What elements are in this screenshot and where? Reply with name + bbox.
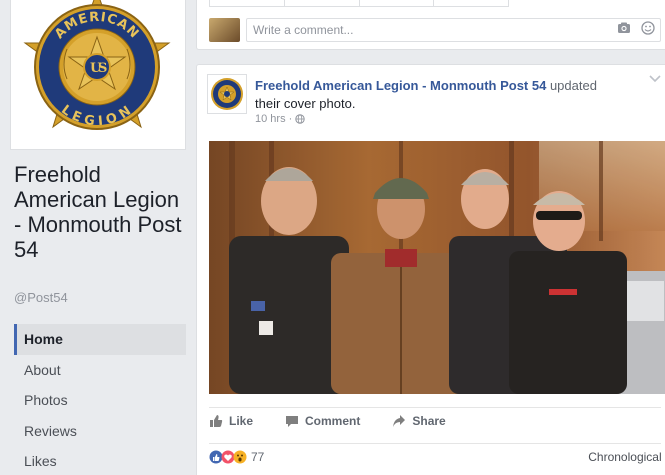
like-button[interactable]: Like [209, 414, 253, 428]
american-legion-logo: U S AMERICAN LEGION [23, 0, 171, 130]
action-tab[interactable] [434, 0, 508, 6]
nav-item-likes[interactable]: Likes [14, 446, 186, 475]
post-timestamp[interactable]: 10 hrs [255, 113, 286, 125]
nav-item-reviews[interactable]: Reviews [14, 416, 186, 447]
chevron-down-icon[interactable] [649, 75, 661, 83]
reactions-count[interactable]: 77 [251, 450, 264, 464]
comment-sort-dropdown[interactable]: Chronological ▾ [588, 450, 665, 464]
smile-icon[interactable] [641, 21, 655, 35]
comment-label: Comment [305, 413, 361, 428]
comment-input[interactable]: Write a comment... [246, 18, 661, 42]
nav-item-photos[interactable]: Photos [14, 385, 186, 416]
page-profile-picture[interactable]: U S AMERICAN LEGION [10, 0, 186, 150]
post-meta: 10 hrs · [255, 113, 305, 125]
logo-letter-s: S [98, 61, 107, 76]
globe-icon[interactable] [295, 114, 305, 124]
post-header: Freehold American Legion - Monmouth Post… [255, 77, 655, 113]
previous-post-action-bar [209, 0, 509, 7]
post-author-link[interactable]: Freehold American Legion - Monmouth Post… [255, 78, 546, 93]
action-tab[interactable] [360, 0, 435, 6]
post-action-text: updated [549, 78, 597, 93]
action-tab[interactable] [285, 0, 360, 6]
page-title[interactable]: Freehold American Legion - Monmouth Post… [14, 162, 192, 262]
reactions-row: 77 Chronological ▾ [209, 443, 665, 469]
camera-icon[interactable] [617, 21, 631, 35]
post-card: Freehold American Legion - Monmouth Post… [196, 64, 665, 475]
nav-item-home[interactable]: Home [14, 324, 186, 355]
post-action-object: their cover photo. [255, 96, 356, 111]
comment-icon [286, 415, 299, 427]
cover-photo[interactable] [209, 141, 665, 394]
comment-sort-label: Chronological [588, 449, 662, 464]
nav-item-about[interactable]: About [14, 355, 186, 386]
comment-tools [617, 21, 655, 35]
comment-row: Write a comment... [209, 18, 661, 42]
share-arrow-icon [393, 414, 406, 427]
action-tab[interactable] [210, 0, 285, 6]
like-label: Like [229, 413, 254, 428]
share-label: Share [412, 413, 446, 428]
meta-separator: · [288, 113, 293, 125]
page-nav: Home About Photos Reviews Likes [14, 324, 186, 475]
post-action-bar: Like Comment Share [209, 407, 661, 433]
legion-logo-small [211, 78, 243, 110]
page-handle[interactable]: @Post54 [14, 290, 68, 305]
share-button[interactable]: Share [392, 413, 446, 428]
page-sidebar: U S AMERICAN LEGION Freehold American Le… [0, 0, 196, 475]
like-thumb-icon [210, 414, 223, 427]
previous-post-card: Write a comment... [196, 0, 665, 50]
user-avatar [209, 18, 240, 42]
comment-button[interactable]: Comment [285, 414, 360, 428]
reaction-wow-icon[interactable] [233, 450, 247, 464]
post-author-avatar[interactable] [207, 74, 247, 114]
